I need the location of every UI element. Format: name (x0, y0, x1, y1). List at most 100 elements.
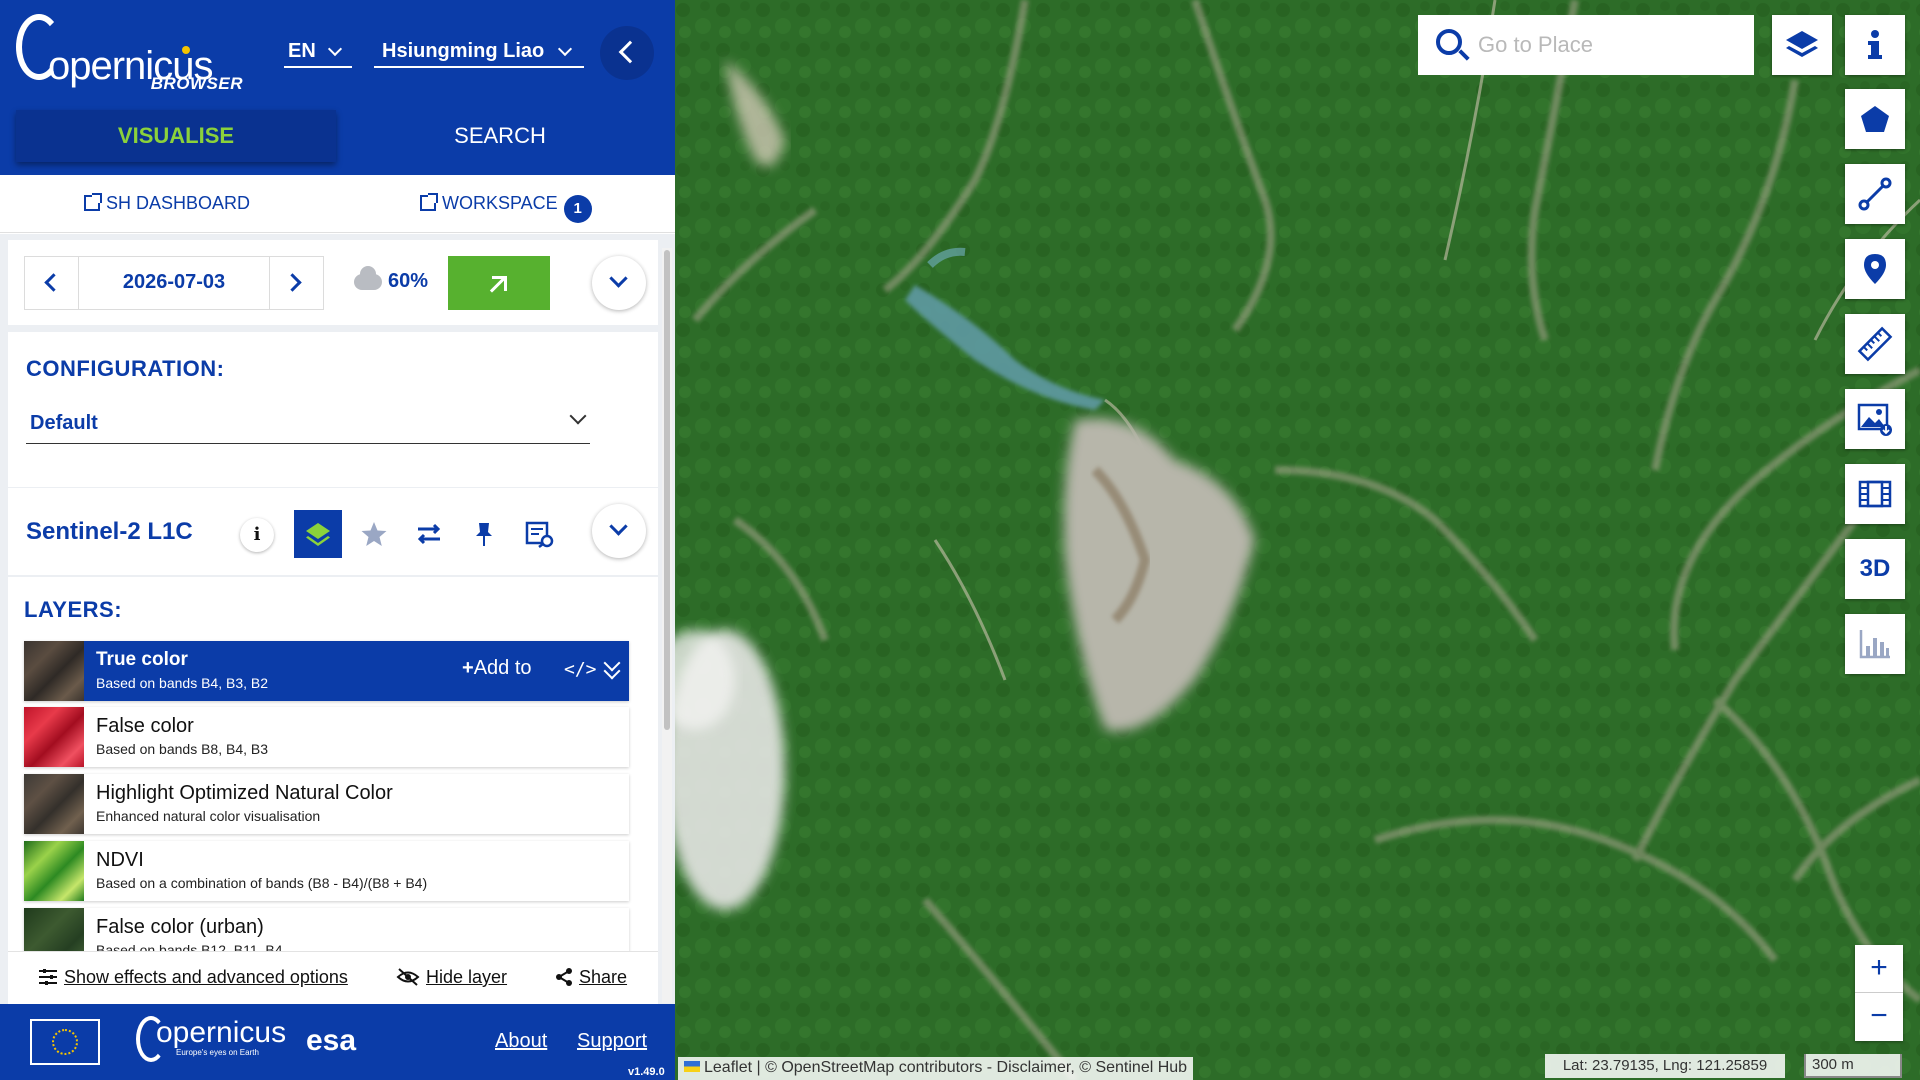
plus-icon: + (462, 657, 474, 679)
image-download-button[interactable] (1845, 389, 1905, 449)
copernicus-logo[interactable]: opernicus Europe's eyes on Earth (136, 1016, 287, 1062)
next-date-button[interactable] (269, 257, 323, 309)
film-icon (1858, 480, 1892, 508)
chevron-down-icon (569, 407, 587, 425)
previous-date-button[interactable] (25, 257, 79, 309)
ruler-icon (1857, 326, 1893, 362)
draw-point-button[interactable] (1845, 239, 1905, 299)
about-link[interactable]: About (495, 1030, 547, 1053)
layer-thumbnail (24, 707, 84, 767)
top-bar: opernicus BROWSER EN Hsiungming Liao VIS… (0, 0, 675, 175)
copernicus-browser-logo[interactable]: opernicus BROWSER (16, 12, 243, 96)
scrollbar-thumb[interactable] (664, 250, 670, 730)
measure-button[interactable] (1845, 314, 1905, 374)
double-chevron-down-icon[interactable] (602, 654, 624, 683)
histogram-button[interactable] (1845, 614, 1905, 674)
expand-date-button[interactable] (592, 256, 646, 310)
satellite-imagery (675, 0, 1920, 1080)
collapse-sidebar-button[interactable] (600, 26, 654, 80)
workspace-label: WORKSPACE (442, 193, 558, 213)
logo-ring (136, 1016, 166, 1062)
tab-search[interactable]: SEARCH (340, 110, 660, 162)
map-view[interactable]: Leaflet | © OpenStreetMap contributors -… (675, 0, 1920, 1080)
3d-icon: 3D (1859, 555, 1891, 582)
date-picker: 2026-07-03 (24, 256, 324, 310)
configuration-section: CONFIGURATION: Default (8, 332, 658, 487)
expand-dataset-button[interactable] (592, 504, 646, 558)
layer-item-highlight-natural-color[interactable]: Highlight Optimized Natural Color Enhanc… (24, 774, 629, 834)
external-link-icon (420, 193, 438, 211)
chevron-down-icon (557, 41, 573, 57)
dataset-header: Sentinel-2 L1C i (8, 488, 658, 575)
configuration-select[interactable]: Default (26, 404, 590, 444)
user-name: Hsiungming Liao (382, 40, 545, 62)
tab-visualise[interactable]: VISUALISE (16, 110, 336, 162)
line-icon (1858, 177, 1892, 211)
date-bar: 2026-07-03 60% (8, 240, 658, 325)
info-icon[interactable]: i (240, 518, 274, 552)
info-button[interactable] (1845, 15, 1905, 75)
map-attribution[interactable]: Leaflet | © OpenStreetMap contributors -… (678, 1057, 1194, 1080)
sliders-icon (39, 969, 57, 985)
dataset-name: Sentinel-2 L1C (26, 518, 193, 545)
eye-slash-icon (396, 968, 420, 986)
layer-name: True color (96, 649, 188, 670)
draw-line-button[interactable] (1845, 164, 1905, 224)
date-value[interactable]: 2026-07-03 (79, 271, 269, 294)
draw-polygon-button[interactable] (1845, 89, 1905, 149)
star-icon[interactable] (350, 510, 398, 558)
copernicus-logo-text: opernicus (156, 1016, 287, 1049)
add-to-button[interactable]: +Add to (462, 657, 532, 680)
compare-icon[interactable] (405, 510, 453, 558)
layers-icon[interactable] (294, 510, 342, 558)
zoom-out-button[interactable]: − (1855, 993, 1903, 1041)
polygon-icon (1861, 106, 1889, 132)
language-select[interactable]: EN (284, 36, 352, 68)
support-link[interactable]: Support (577, 1030, 647, 1053)
zoom-in-button[interactable]: + (1855, 945, 1903, 993)
share-button[interactable]: Share (555, 967, 627, 988)
configuration-value: Default (30, 412, 98, 434)
external-links-bar: SH DASHBOARD WORKSPACE 1 (0, 175, 675, 233)
share-icon (556, 968, 572, 986)
hide-layer-button[interactable]: Hide layer (396, 967, 507, 988)
pin-icon[interactable] (460, 510, 508, 558)
show-effects-button[interactable]: Show effects and advanced options (38, 967, 348, 988)
layer-item-true-color[interactable]: True color Based on bands B4, B3, B2 +Ad… (24, 641, 629, 701)
layer-thumbnail (24, 641, 84, 701)
panel-scrollbar[interactable] (662, 248, 672, 1003)
logo-subtitle: BROWSER (150, 74, 243, 93)
sidebar: opernicus BROWSER EN Hsiungming Liao VIS… (0, 0, 675, 1080)
workspace-link[interactable]: WORKSPACE 1 (420, 193, 592, 223)
user-menu[interactable]: Hsiungming Liao (374, 36, 584, 68)
workspace-count-badge: 1 (563, 195, 592, 223)
info-icon (1868, 30, 1882, 59)
3d-view-button[interactable]: 3D (1845, 539, 1905, 599)
timelapse-button[interactable] (1845, 464, 1905, 524)
scale-bar: 300 m (1804, 1054, 1902, 1078)
open-date-button[interactable] (448, 256, 550, 310)
layer-name: NDVI (96, 849, 144, 871)
chevron-left-icon (44, 273, 63, 292)
sh-dashboard-link[interactable]: SH DASHBOARD (84, 193, 250, 214)
layer-actions-bar: Show effects and advanced options Hide l… (8, 951, 658, 1001)
share-link-icon[interactable] (515, 510, 563, 558)
layer-thumbnail (24, 841, 84, 901)
go-to-place-search[interactable] (1418, 15, 1754, 75)
esa-logo[interactable]: esa (306, 1024, 356, 1058)
chevron-down-icon (327, 41, 343, 57)
chevron-down-icon (609, 517, 628, 536)
layer-item-false-color[interactable]: False color Based on bands B8, B4, B3 (24, 707, 629, 767)
logo-dot (182, 46, 190, 54)
layers-toggle-button[interactable] (1772, 15, 1832, 75)
chevron-right-icon (283, 273, 302, 292)
search-input[interactable] (1478, 25, 1738, 65)
location-pin-icon (1864, 254, 1886, 284)
layer-name: False color (96, 715, 194, 737)
eu-stars (52, 1029, 78, 1055)
code-icon[interactable]: </> (564, 659, 597, 680)
eu-flag-logo (30, 1019, 100, 1065)
layer-item-ndvi[interactable]: NDVI Based on a combination of bands (B8… (24, 841, 629, 901)
show-effects-label: Show effects and advanced options (64, 967, 348, 987)
cloud-cover[interactable]: 60% (348, 266, 428, 300)
